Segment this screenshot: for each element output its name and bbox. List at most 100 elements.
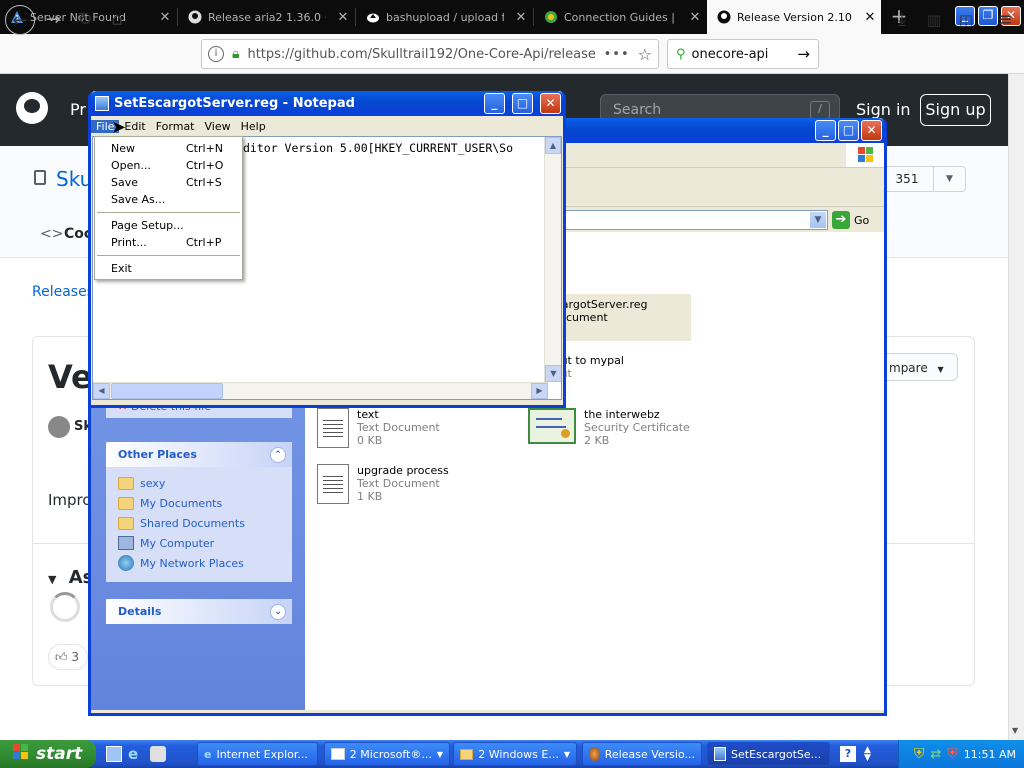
maximize-button[interactable]: □ [512, 93, 533, 114]
close-tab-icon[interactable]: ✕ [684, 10, 706, 25]
sign-in-link[interactable]: Sign in [856, 100, 911, 119]
menu-item-page-setup[interactable]: Page Setup... [95, 217, 242, 234]
downloads-icon[interactable]: ⤓ [887, 5, 917, 35]
scroll-left-arrow-icon[interactable]: ◀ [93, 383, 110, 399]
other-places-header[interactable]: Other Places ⌃ [106, 442, 292, 467]
menu-item-save-as[interactable]: Save As... [95, 191, 242, 208]
library-icon[interactable]: ▥ [919, 5, 949, 35]
compare-button[interactable]: mpare ▼ [880, 353, 958, 381]
lock-icon[interactable]: 🔒︎ [232, 46, 239, 62]
scroll-thumb[interactable] [111, 383, 223, 399]
minimize-button[interactable]: _ [815, 120, 836, 141]
dropdown-arrow-icon[interactable]: ▼ [810, 212, 826, 228]
github-logo-icon[interactable] [16, 92, 48, 124]
scroll-right-arrow-icon[interactable]: ▶ [531, 383, 548, 399]
scroll-down-arrow-icon[interactable]: ▼ [1012, 726, 1018, 735]
taskbar-button-label: Internet Explor... [216, 747, 308, 761]
menu-view[interactable]: View [200, 120, 236, 133]
scroll-arrows-icon[interactable]: ▲ ▼ [864, 746, 871, 763]
close-tab-icon[interactable]: ✕ [154, 10, 176, 25]
vertical-scrollbar[interactable]: ▲ ▼ [544, 137, 561, 382]
tab-connection-guides[interactable]: Connection Guides | Es ✕ [534, 0, 706, 34]
ie-icon[interactable]: e [128, 746, 144, 762]
github-nav-fragment[interactable]: Pr [70, 100, 86, 119]
compare-label: mpare [889, 361, 928, 375]
avatar[interactable] [48, 416, 70, 438]
search-shortcut-key: / [810, 101, 830, 119]
taskbar-button-microsoft[interactable]: 2 Microsoft®... ▼ [324, 742, 450, 766]
search-value[interactable]: onecore-api [692, 47, 792, 62]
sign-up-button[interactable]: Sign up [920, 94, 991, 126]
bookmark-star-icon[interactable]: ☆ [638, 45, 652, 64]
taskbar-button-windows-explorer[interactable]: 2 Windows E... ▼ [453, 742, 577, 766]
tab-release-aria2[interactable]: Release aria2 1.36.0 · ✕ [178, 0, 354, 34]
place-my-computer[interactable]: My Computer [106, 533, 292, 553]
close-tab-icon[interactable]: ✕ [332, 10, 354, 25]
menu-format[interactable]: Format [151, 120, 200, 133]
forward-arrow-icon[interactable]: → [38, 5, 68, 35]
back-arrow-icon[interactable]: ← [5, 5, 35, 35]
reaction-button[interactable]: 👍︎ 3 [48, 644, 88, 670]
security-alert-icon[interactable]: ⛨ [947, 746, 958, 762]
search-go-arrow-icon[interactable]: → [797, 45, 810, 63]
help-icon[interactable]: ? [840, 746, 856, 762]
menu-item-print[interactable]: Print... Ctrl+P [95, 234, 242, 251]
menu-item-exit[interactable]: Exit [95, 260, 242, 277]
sidebar-icon[interactable]: ◫ [951, 5, 981, 35]
close-tab-icon[interactable]: ✕ [510, 10, 532, 25]
repo-owner-link[interactable]: Sku [56, 167, 92, 191]
breadcrumb[interactable]: Releases [32, 284, 94, 300]
maximize-button[interactable]: □ [838, 120, 859, 141]
file-item-text[interactable]: text Text Document 0 KB [317, 408, 440, 448]
taskbar-button-label: Release Versio... [604, 747, 695, 761]
taskbar-button-internet-explorer[interactable]: e Internet Explor... [197, 742, 318, 766]
star-count-button[interactable]: 351 ▼ [880, 166, 966, 192]
hamburger-menu-icon[interactable]: ≡ [990, 5, 1020, 35]
place-sexy[interactable]: sexy [106, 473, 292, 493]
menu-item-open[interactable]: Open... Ctrl+O [95, 157, 242, 174]
url-text[interactable]: https://github.com/Skulltrail192/One-Cor… [247, 47, 595, 62]
expand-chevron-icon[interactable]: ⌄ [270, 603, 286, 620]
close-tab-icon[interactable]: ✕ [859, 10, 881, 25]
tab-bashupload[interactable]: bashupload / upload fi ✕ [356, 0, 532, 34]
taskbar-button-setescargotserver[interactable]: SetEscargotSe... [707, 742, 830, 766]
notepad-content[interactable]: ditor Version 5.00[HKEY_CURRENT_USER\So [243, 141, 513, 155]
desktop-icon[interactable] [106, 746, 122, 762]
menu-help[interactable]: Help [236, 120, 271, 133]
menu-item-new[interactable]: New Ctrl+N [95, 140, 242, 157]
close-button[interactable]: ✕ [861, 120, 882, 141]
group-arrow-icon: ▼ [563, 749, 570, 759]
page-scrollbar[interactable]: ▼ [1008, 74, 1024, 742]
scroll-up-arrow-icon[interactable]: ▲ [545, 137, 561, 154]
media-player-icon[interactable] [150, 746, 166, 762]
clock[interactable]: 11:51 AM [964, 748, 1016, 761]
place-my-network-places[interactable]: My Network Places [106, 553, 292, 573]
file-type: Text Document [357, 421, 440, 434]
file-item-upgrade-process[interactable]: upgrade process Text Document 1 KB [317, 464, 449, 504]
file-item-the-interwebz[interactable]: the interwebz Security Certificate 2 KB [528, 408, 690, 447]
notepad-title-bar[interactable]: SetEscargotServer.reg - Notepad _ □ ✕ [91, 91, 563, 116]
search-bar[interactable]: ⚲ onecore-api → [667, 39, 819, 69]
url-bar[interactable]: i 🔒︎ https://github.com/Skulltrail192/On… [201, 39, 659, 69]
page-actions-icon[interactable]: ••• [604, 47, 630, 62]
security-shield-icon[interactable]: ⛨ [914, 746, 925, 762]
close-button[interactable]: ✕ [540, 93, 561, 114]
assets-heading[interactable]: ▼ As [48, 567, 93, 588]
taskbar-button-release-version[interactable]: Release Versio... [582, 742, 702, 766]
minimize-button[interactable]: _ [484, 93, 505, 114]
tab-release-version[interactable]: Release Version 2.10.0 ✕ [707, 0, 881, 34]
info-icon[interactable]: i [208, 46, 224, 62]
details-header[interactable]: Details ⌄ [106, 599, 292, 624]
place-my-documents[interactable]: My Documents [106, 493, 292, 513]
horizontal-scrollbar[interactable]: ◀ ▶ [93, 382, 548, 399]
start-button[interactable]: start [0, 740, 96, 768]
menu-item-save[interactable]: Save Ctrl+S [95, 174, 242, 191]
chevron-down-icon[interactable]: ▼ [933, 167, 965, 191]
go-button[interactable]: ➔ Go [832, 209, 878, 231]
place-shared-documents[interactable]: Shared Documents [106, 513, 292, 533]
scroll-down-arrow-icon[interactable]: ▼ [545, 365, 561, 382]
home-icon[interactable]: ⌂ [102, 5, 132, 35]
collapse-chevron-icon[interactable]: ⌃ [270, 446, 286, 463]
network-icon[interactable]: ⇄ [930, 747, 941, 762]
reload-icon[interactable]: ↻ [70, 5, 100, 35]
